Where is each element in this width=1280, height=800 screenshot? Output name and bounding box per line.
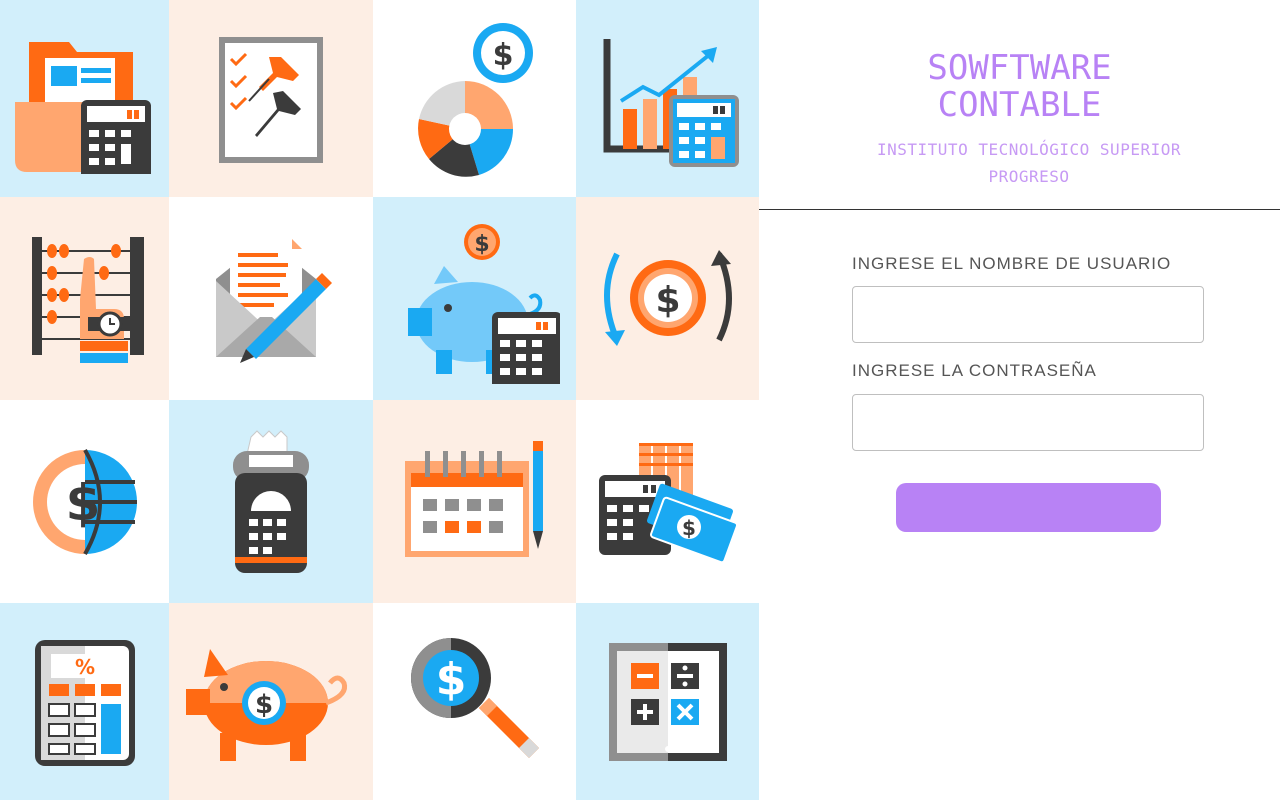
password-label: INGRESE LA CONTRASEÑA (852, 361, 1097, 380)
calendar-pen-icon (404, 440, 543, 557)
tile-card-terminal (169, 400, 373, 603)
tile-dollar-magnifier: $ (373, 603, 576, 800)
password-input[interactable] (852, 394, 1204, 451)
piggy-bank-dollar-icon: $ (186, 648, 348, 761)
math-operations-icon (608, 642, 727, 761)
tile-percent-calculator: % (0, 603, 169, 800)
username-input[interactable] (852, 286, 1204, 343)
tile-dollar-exchange: $ (576, 197, 759, 400)
growth-chart-calculator-icon (603, 38, 739, 167)
percent-calculator-icon: % (34, 639, 135, 766)
username-label: INGRESE EL NOMBRE DE USUARIO (852, 254, 1172, 273)
svg-text:$: $ (435, 654, 466, 705)
tile-checklist-pins (169, 0, 373, 197)
calculator-money-icon: $ (598, 442, 738, 563)
svg-text:$: $ (492, 38, 513, 73)
tile-abacus-hand (0, 197, 169, 400)
tile-math-operations (576, 603, 759, 800)
institution-name: INSTITUTO TECNOLÓGICO SUPERIOR PROGRESO (877, 140, 1181, 186)
tile-calculator-money: $ (576, 400, 759, 603)
login-button[interactable] (896, 483, 1161, 532)
svg-text:$: $ (682, 516, 696, 540)
tile-calendar-pen (373, 400, 576, 603)
piggy-bank-calculator-icon: $ (407, 223, 560, 384)
dollar-globe-icon: $ (32, 448, 137, 555)
svg-text:$: $ (655, 280, 680, 321)
dollar-magnifier-icon: $ (410, 637, 539, 758)
checklist-pins-icon (219, 36, 323, 163)
dollar-exchange-icon: $ (603, 249, 732, 346)
card-terminal-icon (233, 429, 309, 573)
tile-piggy-calculator: $ (373, 197, 576, 400)
tile-piggy-dollar: $ (169, 603, 373, 800)
tile-envelope-pen (169, 197, 373, 400)
login-panel: SOWFTWARE CONTABLE INSTITUTO TECNOLÓGICO… (759, 0, 1280, 800)
svg-text:$: $ (474, 232, 489, 257)
tile-folder-calculator (0, 0, 169, 197)
pie-chart-dollar-icon: $ (417, 22, 533, 177)
abacus-hand-icon (31, 236, 144, 363)
app-title: SOWFTWARE CONTABLE (927, 48, 1112, 125)
envelope-pen-icon (216, 238, 332, 363)
tile-growth-chart (576, 0, 759, 197)
illustration-grid: $ $ $ $ $ % $ $ (0, 0, 759, 800)
svg-text:$: $ (255, 690, 273, 720)
tile-pie-chart-dollar: $ (373, 0, 576, 197)
svg-text:$: $ (65, 474, 100, 532)
login-form: INGRESE EL NOMBRE DE USUARIO INGRESE LA … (759, 210, 1280, 800)
svg-text:%: % (74, 655, 94, 679)
brand-header: SOWFTWARE CONTABLE INSTITUTO TECNOLÓGICO… (759, 0, 1280, 210)
folder-calculator-icon (14, 41, 151, 174)
tile-dollar-globe: $ (0, 400, 169, 603)
